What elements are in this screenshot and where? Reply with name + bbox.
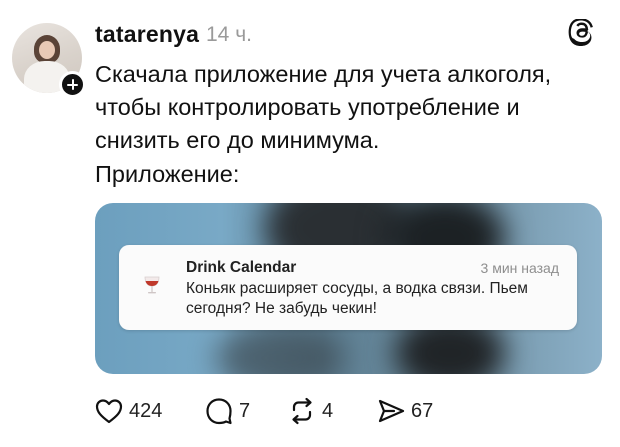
- repost-count: 4: [322, 399, 334, 422]
- username[interactable]: tatarenya: [95, 21, 199, 48]
- post-text: Скачала приложение для учета алкоголя, ч…: [95, 58, 605, 157]
- attached-image[interactable]: Drink Calendar 3 мин назад Коньяк расшир…: [95, 203, 602, 374]
- comment-bubble-icon: [206, 398, 232, 425]
- follow-plus-icon[interactable]: [59, 71, 86, 98]
- notification-time: 3 мин назад: [480, 260, 559, 276]
- like-button[interactable]: 424: [95, 396, 162, 426]
- wine-glass-icon: [144, 276, 160, 294]
- send-icon: [378, 399, 405, 423]
- post-text-line: снизить его до минимума.: [95, 127, 380, 153]
- post-text-line: Скачала приложение для учета алкоголя,: [95, 61, 552, 87]
- push-notification: Drink Calendar 3 мин назад Коньяк расшир…: [119, 245, 577, 330]
- repost-icon: [292, 397, 312, 425]
- avatar-face: [39, 41, 55, 59]
- threads-logo-icon[interactable]: [567, 19, 597, 49]
- share-count: 67: [411, 399, 434, 422]
- share-button[interactable]: 67: [377, 396, 433, 426]
- notification-body: Коньяк расширяет сосуды, а водка связи. …: [186, 280, 528, 317]
- like-count: 424: [129, 399, 163, 422]
- blurred-background-shape: [215, 323, 345, 374]
- notification-app-name: Drink Calendar: [186, 259, 297, 276]
- heart-icon: [95, 399, 123, 424]
- post-actions: 424 7 4 67: [95, 396, 495, 426]
- repost-button[interactable]: 4: [288, 396, 333, 426]
- threads-post: tatarenya 14 ч. Скачала приложение для у…: [0, 0, 620, 447]
- reply-button[interactable]: 7: [205, 396, 250, 426]
- reply-count: 7: [239, 399, 251, 422]
- post-caption: Приложение:: [95, 161, 240, 187]
- post-time: 14 ч.: [206, 23, 252, 46]
- post-text-line: чтобы контролировать употребление и: [95, 94, 520, 120]
